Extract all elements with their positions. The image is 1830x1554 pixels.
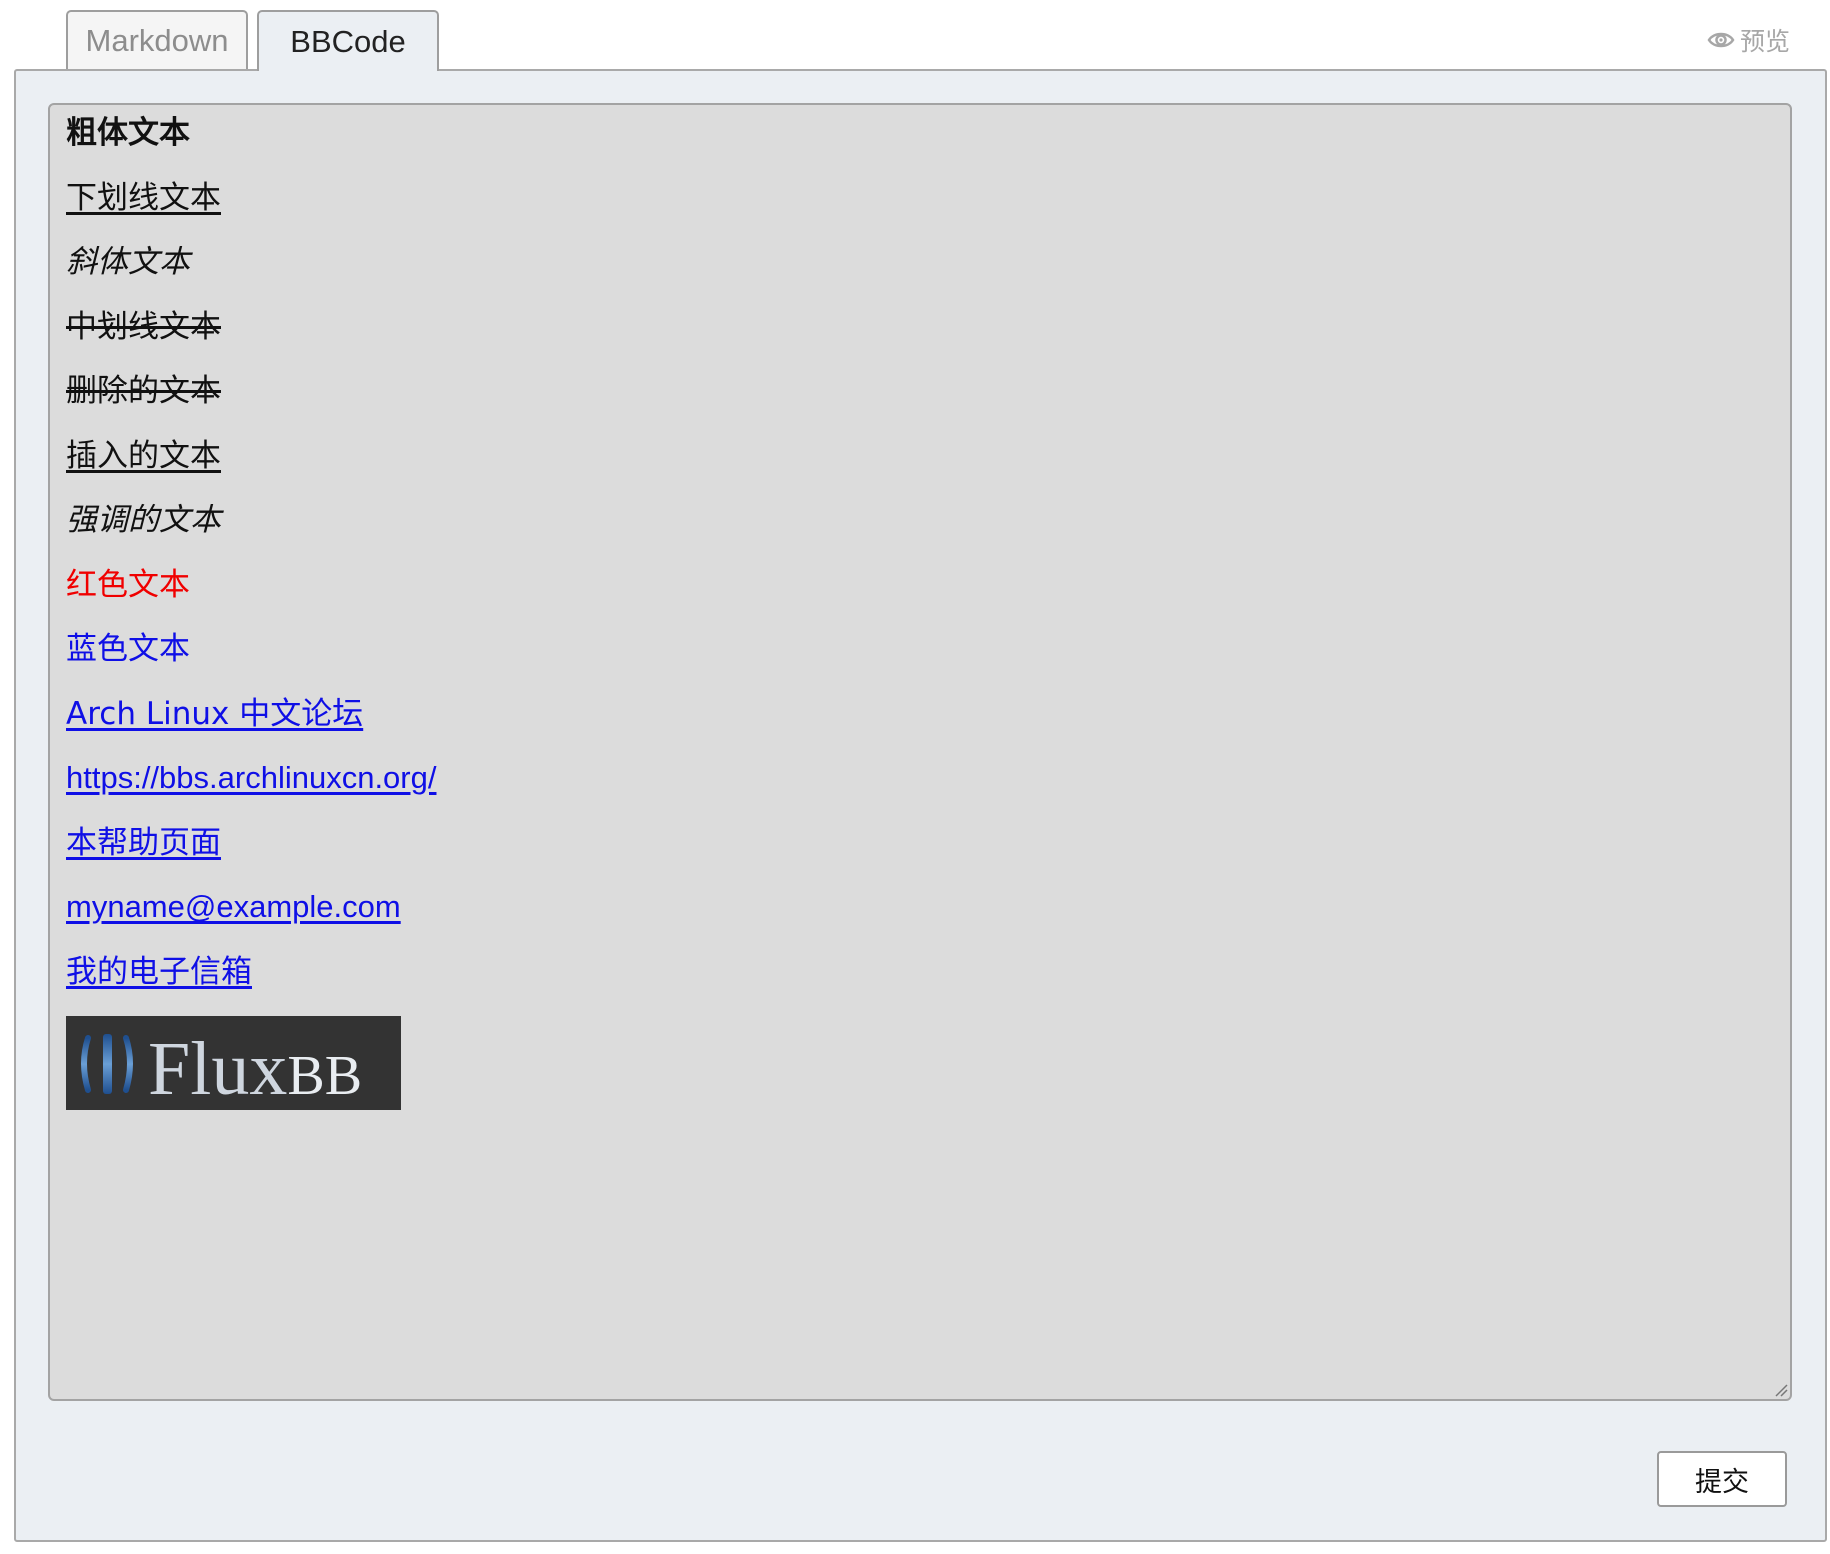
link-forum[interactable]: Arch Linux 中文论坛 — [66, 696, 363, 732]
editor-panel: 粗体文本 下划线文本 斜体文本 中划线文本 删除的文本 插入的文本 强调的文本 … — [14, 69, 1827, 1542]
strikethrough-text: 中划线文本 — [66, 308, 221, 345]
resize-handle-icon[interactable] — [1774, 1383, 1788, 1397]
editor-content[interactable]: 粗体文本 下划线文本 斜体文本 中划线文本 删除的文本 插入的文本 强调的文本 … — [48, 103, 1792, 1401]
fluxbb-logo-image: FluxBB — [66, 1016, 401, 1111]
red-text: 红色文本 — [66, 566, 190, 603]
submit-button[interactable]: 提交 — [1657, 1451, 1787, 1507]
bbcode-help-editor: Markdown BBCode 预览 粗体文本 下划线文本 斜体文本 中划线文本… — [0, 0, 1830, 1554]
link-help-page[interactable]: 本帮助页面 — [66, 825, 221, 861]
blue-text: 蓝色文本 — [66, 631, 190, 667]
link-forum-url[interactable]: https://bbs.archlinuxcn.org/ — [66, 760, 436, 795]
tab-markdown[interactable]: Markdown — [66, 10, 248, 69]
underline-text: 下划线文本 — [66, 179, 221, 216]
emphasis-text: 强调的文本 — [66, 502, 221, 538]
preview-label: 预览 — [1739, 27, 1790, 56]
tab-bbcode[interactable]: BBCode — [257, 10, 439, 71]
preview-button[interactable]: 预览 — [1707, 22, 1790, 58]
bold-text: 粗体文本 — [66, 115, 190, 151]
fluxbb-logo-text: FluxBB — [148, 1027, 363, 1111]
eye-icon — [1707, 30, 1735, 50]
italic-text: 斜体文本 — [66, 244, 190, 280]
fluxbb-logo-icon — [81, 1034, 133, 1094]
inserted-text: 插入的文本 — [66, 437, 221, 474]
link-email-named[interactable]: 我的电子信箱 — [66, 954, 252, 990]
link-email[interactable]: myname@example.com — [66, 889, 401, 924]
deleted-text: 删除的文本 — [66, 373, 221, 409]
